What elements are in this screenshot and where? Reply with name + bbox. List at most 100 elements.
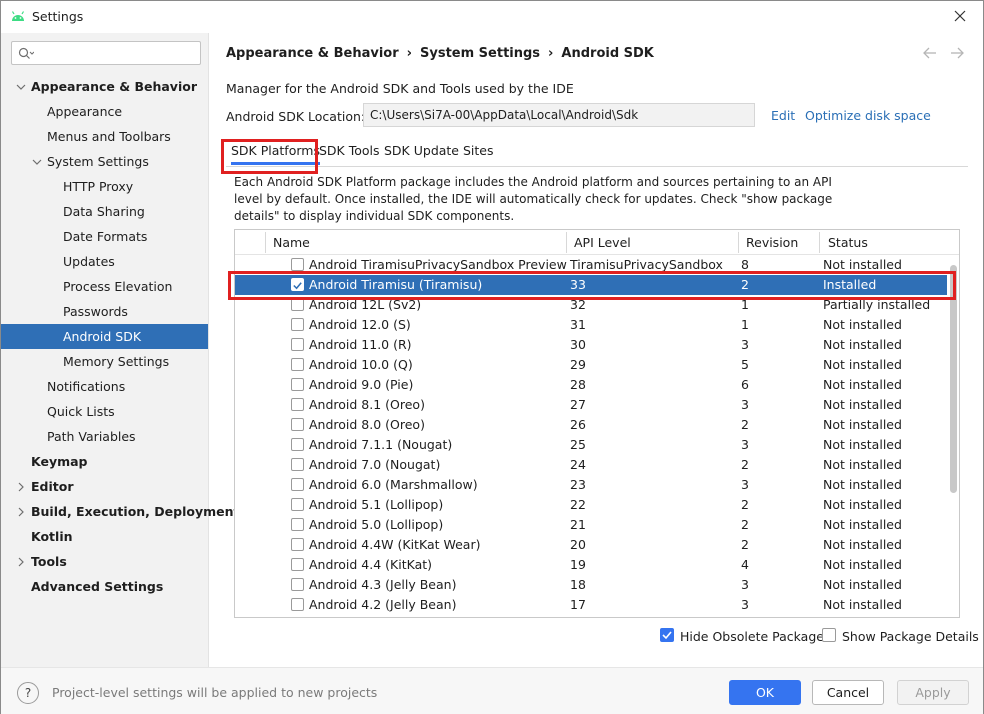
- row-checkbox[interactable]: [291, 258, 304, 271]
- table-row[interactable]: Android 7.1.1 (Nougat) 25 3 Not installed: [235, 435, 947, 455]
- cell-api-level: 23: [570, 477, 586, 492]
- table-row[interactable]: Android 10.0 (Q) 29 5 Not installed: [235, 355, 947, 375]
- table-row[interactable]: Android 5.0 (Lollipop) 21 2 Not installed: [235, 515, 947, 535]
- table-scrollbar[interactable]: [948, 255, 959, 617]
- row-checkbox[interactable]: [291, 378, 304, 391]
- cell-api-level: TiramisuPrivacySandbox: [570, 257, 723, 272]
- column-header-api-level[interactable]: API Level: [574, 235, 631, 250]
- search-box[interactable]: [11, 41, 201, 65]
- cell-name: Android 4.4 (KitKat): [309, 557, 433, 572]
- breadcrumb-item: Appearance & Behavior: [226, 46, 399, 61]
- platform-description: Each Android SDK Platform package includ…: [234, 175, 833, 223]
- table-row[interactable]: Android 12.0 (S) 31 1 Not installed: [235, 315, 947, 335]
- forward-arrow-icon[interactable]: [949, 45, 965, 61]
- row-checkbox[interactable]: [291, 358, 304, 371]
- table-row[interactable]: Android 6.0 (Marshmallow) 23 3 Not installe…: [235, 475, 947, 495]
- close-button[interactable]: [945, 3, 975, 29]
- table-row[interactable]: Android 9.0 (Pie) 28 6 Not installed: [235, 375, 947, 395]
- back-arrow-icon[interactable]: [922, 45, 938, 61]
- row-checkbox[interactable]: [291, 598, 304, 611]
- cell-status: Not installed: [823, 377, 902, 392]
- row-checkbox[interactable]: [291, 398, 304, 411]
- table-row[interactable]: Android 7.0 (Nougat) 24 2 Not installed: [235, 455, 947, 475]
- row-checkbox[interactable]: [291, 418, 304, 431]
- row-checkbox[interactable]: [291, 458, 304, 471]
- sdk-location-field: C:\Users\Si7A-00\AppData\Local\Android\S…: [363, 103, 755, 127]
- table-row[interactable]: Android 4.4W (KitKat Wear) 20 2 Not install…: [235, 535, 947, 555]
- table-row[interactable]: Android 4.4 (KitKat) 19 4 Not installed: [235, 555, 947, 575]
- table-row[interactable]: Android 8.0 (Oreo) 26 2 Not installed: [235, 415, 947, 435]
- sidebar-item-data-sharing[interactable]: Data Sharing: [1, 199, 208, 224]
- show-details-checkbox[interactable]: [822, 628, 836, 642]
- sidebar-item-android-sdk[interactable]: Android SDK: [1, 324, 208, 349]
- cell-name: Android 10.0 (Q): [309, 357, 413, 372]
- sidebar-item-updates[interactable]: Updates: [1, 249, 208, 274]
- sidebar-item-process-elevation[interactable]: Process Elevation: [1, 274, 208, 299]
- cell-status: Not installed: [823, 417, 902, 432]
- sidebar-item-keymap[interactable]: Keymap: [1, 449, 208, 474]
- row-checkbox[interactable]: [291, 478, 304, 491]
- sidebar-item-passwords[interactable]: Passwords: [1, 299, 208, 324]
- table-row[interactable]: Android 4.2 (Jelly Bean) 17 3 Not installed: [235, 595, 947, 615]
- sidebar-item-path-variables[interactable]: Path Variables: [1, 424, 208, 449]
- table-header: Name API Level Revision Status: [235, 230, 959, 255]
- edit-link[interactable]: Edit: [771, 108, 795, 123]
- sidebar-item-label: Data Sharing: [63, 204, 145, 219]
- sidebar-item-system-settings[interactable]: System Settings: [1, 149, 208, 174]
- cell-status: Not installed: [823, 497, 902, 512]
- optimize-disk-space-link[interactable]: Optimize disk space: [805, 108, 931, 123]
- row-checkbox[interactable]: [291, 578, 304, 591]
- chevron-down-icon: [32, 159, 42, 165]
- sidebar-item-label: Updates: [63, 254, 115, 269]
- row-checkbox[interactable]: [291, 498, 304, 511]
- sidebar-item-kotlin[interactable]: Kotlin: [1, 524, 208, 549]
- hide-obsolete-checkbox[interactable]: [660, 628, 674, 642]
- help-icon[interactable]: ?: [17, 682, 39, 704]
- search-input[interactable]: [38, 45, 196, 61]
- cell-status: Not installed: [823, 437, 902, 452]
- ok-button[interactable]: OK: [729, 680, 801, 705]
- apply-button[interactable]: Apply: [897, 680, 969, 705]
- column-header-revision[interactable]: Revision: [746, 235, 798, 250]
- cell-name: Android TiramisuPrivacySandbox Preview: [309, 257, 567, 272]
- tab-sdk-update-sites[interactable]: SDK Update Sites: [384, 143, 494, 158]
- sidebar-item-http-proxy[interactable]: HTTP Proxy: [1, 174, 208, 199]
- cell-api-level: 24: [570, 457, 586, 472]
- title-bar: Settings: [1, 1, 983, 33]
- cell-status: Not installed: [823, 477, 902, 492]
- sidebar-item-quick-lists[interactable]: Quick Lists: [1, 399, 208, 424]
- sidebar-item-label: Appearance & Behavior: [31, 79, 197, 94]
- tab-sdk-tools[interactable]: SDK Tools: [319, 143, 380, 158]
- sidebar-item-memory-settings[interactable]: Memory Settings: [1, 349, 208, 374]
- cancel-button[interactable]: Cancel: [812, 680, 884, 705]
- sidebar-item-notifications[interactable]: Notifications: [1, 374, 208, 399]
- sidebar-item-editor[interactable]: Editor: [1, 474, 208, 499]
- column-header-status[interactable]: Status: [828, 235, 868, 250]
- row-checkbox[interactable]: [291, 338, 304, 351]
- column-header-name[interactable]: Name: [273, 235, 310, 250]
- sidebar-item-build-execution-deployment[interactable]: Build, Execution, Deployment: [1, 499, 239, 524]
- row-checkbox[interactable]: [291, 538, 304, 551]
- table-row[interactable]: Android 8.1 (Oreo) 27 3 Not installed: [235, 395, 947, 415]
- sidebar-item-date-formats[interactable]: Date Formats: [1, 224, 208, 249]
- close-icon: [954, 10, 966, 22]
- cell-name: Android 7.1.1 (Nougat): [309, 437, 453, 452]
- table-row[interactable]: Android 5.1 (Lollipop) 22 2 Not installed: [235, 495, 947, 515]
- row-checkbox[interactable]: [291, 318, 304, 331]
- sidebar-item-advanced-settings[interactable]: Advanced Settings: [1, 574, 208, 599]
- row-checkbox[interactable]: [291, 518, 304, 531]
- sidebar-item-menus-toolbars[interactable]: Menus and Toolbars: [1, 124, 208, 149]
- hide-obsolete-label: Hide Obsolete Packages: [680, 629, 831, 644]
- row-checkbox[interactable]: [291, 558, 304, 571]
- sidebar-item-appearance-behavior[interactable]: Appearance & Behavior: [1, 74, 208, 99]
- cell-status: Not installed: [823, 357, 902, 372]
- cell-revision: 2: [741, 417, 749, 432]
- table-row[interactable]: Android 4.3 (Jelly Bean) 18 3 Not installed: [235, 575, 947, 595]
- breadcrumb-item: Android SDK: [561, 46, 654, 61]
- sidebar-item-appearance[interactable]: Appearance: [1, 99, 208, 124]
- row-checkbox[interactable]: [291, 438, 304, 451]
- cell-api-level: 17: [570, 597, 586, 612]
- table-row[interactable]: Android 11.0 (R) 30 3 Not installed: [235, 335, 947, 355]
- sidebar-item-tools[interactable]: Tools: [1, 549, 208, 574]
- cell-api-level: 22: [570, 497, 586, 512]
